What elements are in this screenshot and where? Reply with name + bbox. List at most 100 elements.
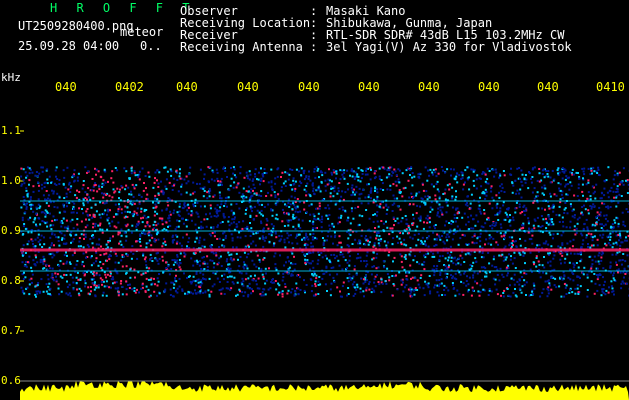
signal-pixel (106, 267, 109, 270)
signal-pixel (365, 170, 367, 172)
signal-pixel (69, 187, 72, 190)
signal-pixel (295, 233, 298, 236)
signal-pixel (445, 220, 448, 223)
signal-pixel (95, 286, 98, 289)
signal-pixel (312, 227, 314, 230)
signal-pixel (161, 223, 164, 226)
signal-pixel (355, 191, 358, 194)
signal-pixel (204, 291, 207, 294)
signal-pixel (230, 209, 233, 212)
signal-pixel (531, 234, 534, 237)
signal-pixel (341, 285, 344, 288)
signal-pixel (432, 185, 435, 188)
signal-pixel (511, 262, 514, 265)
signal-pixel (348, 264, 351, 267)
signal-pixel (340, 246, 343, 249)
signal-pixel (287, 234, 290, 237)
signal-pixel (414, 277, 417, 280)
signal-pixel (512, 278, 515, 281)
signal-pixel (288, 173, 291, 176)
signal-pixel (372, 214, 375, 216)
signal-pixel (233, 174, 236, 177)
signal-pixel (152, 201, 154, 204)
signal-pixel (153, 290, 156, 293)
signal-pixel (357, 175, 360, 178)
signal-pixel (393, 256, 396, 259)
signal-pixel (501, 186, 504, 189)
signal-pixel (305, 190, 308, 193)
signal-pixel (117, 294, 120, 297)
signal-pixel (313, 170, 316, 173)
signal-pixel (254, 244, 257, 247)
signal-pixel (450, 274, 452, 277)
signal-pixel (289, 168, 292, 171)
signal-pixel (496, 268, 499, 271)
signal-pixel (242, 195, 245, 198)
signal-pixel (609, 232, 612, 235)
signal-pixel (351, 243, 354, 245)
signal-pixel (157, 222, 160, 225)
signal-pixel (372, 245, 375, 248)
signal-pixel (552, 203, 555, 206)
signal-pixel (545, 227, 548, 230)
signal-pixel (484, 188, 487, 191)
signal-pixel (257, 277, 260, 280)
signal-pixel (184, 253, 187, 256)
signal-pixel (458, 174, 461, 177)
signal-pixel (165, 187, 168, 190)
signal-pixel (262, 180, 265, 183)
signal-pixel (358, 239, 361, 242)
signal-pixel (347, 188, 349, 191)
signal-pixel (43, 258, 46, 261)
signal-pixel (388, 169, 391, 172)
signal-pixel (183, 272, 185, 275)
signal-pixel (380, 220, 383, 222)
signal-pixel (41, 170, 44, 173)
signal-pixel (483, 209, 486, 211)
signal-pixel (158, 273, 160, 275)
signal-pixel (458, 257, 460, 260)
signal-pixel (571, 271, 574, 274)
signal-pixel (577, 183, 580, 186)
signal-pixel (193, 260, 196, 263)
signal-pixel (81, 260, 84, 263)
signal-pixel (454, 198, 457, 201)
signal-pixel (268, 233, 271, 236)
signal-pixel (182, 236, 184, 239)
signal-pixel (176, 179, 179, 181)
signal-pixel (480, 185, 483, 188)
signal-pixel (55, 236, 58, 239)
signal-pixel (300, 167, 303, 170)
signal-pixel (124, 210, 127, 213)
signal-pixel (203, 186, 206, 189)
signal-pixel (173, 209, 176, 212)
signal-pixel (598, 252, 601, 254)
signal-pixel (334, 257, 337, 260)
signal-pixel (130, 193, 133, 196)
signal-pixel (380, 291, 383, 294)
signal-pixel (359, 256, 362, 259)
signal-pixel (527, 222, 530, 225)
signal-pixel (559, 183, 562, 186)
signal-pixel (102, 263, 105, 266)
signal-pixel (88, 214, 91, 217)
signal-pixel (292, 179, 295, 182)
signal-pixel (518, 283, 521, 286)
signal-pixel (238, 231, 241, 234)
signal-pixel (195, 284, 198, 287)
signal-pixel (539, 276, 542, 279)
signal-pixel (599, 234, 602, 237)
signal-pixel (317, 280, 320, 283)
signal-pixel (219, 180, 222, 183)
signal-pixel (560, 262, 562, 265)
signal-pixel (337, 216, 340, 219)
signal-pixel (34, 245, 37, 248)
signal-pixel (37, 240, 40, 243)
signal-pixel (315, 166, 318, 169)
signal-pixel (616, 243, 619, 246)
signal-pixel (105, 280, 108, 283)
signal-pixel (260, 294, 263, 297)
signal-pixel (256, 201, 259, 204)
signal-pixel (198, 264, 201, 267)
signal-pixel (280, 186, 283, 189)
